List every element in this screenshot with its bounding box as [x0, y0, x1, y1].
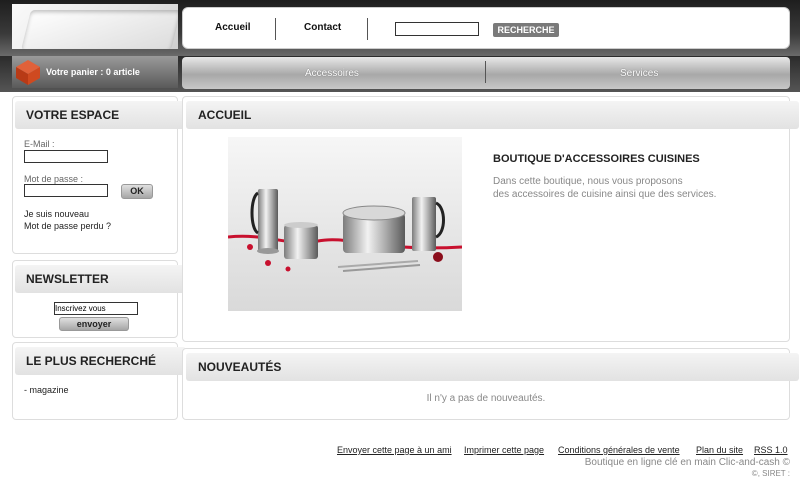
logo[interactable] — [12, 4, 178, 49]
newsletter-submit-button[interactable]: envoyer — [59, 317, 129, 331]
news-title: NOUVEAUTÉS — [186, 353, 799, 381]
home-title: ACCUEIL — [186, 101, 799, 129]
password-field[interactable] — [24, 184, 108, 197]
email-label: E-Mail : — [24, 139, 55, 149]
top-navigation: Accueil Contact RECHERCHE — [182, 7, 790, 49]
footer-rss-link[interactable]: RSS 1.0 — [754, 445, 788, 455]
nav-contact-link[interactable]: Contact — [304, 22, 341, 33]
login-ok-button[interactable]: OK — [121, 184, 153, 199]
news-panel: NOUVEAUTÉS Il n'y a pas de nouveautés. — [182, 348, 799, 420]
password-label: Mot de passe : — [24, 174, 84, 184]
footer-credit: Boutique en ligne clé en main Clic-and-c… — [584, 457, 790, 468]
category-menu: Accessoires Services — [182, 57, 790, 89]
cart-label: Votre panier : 0 article — [46, 67, 140, 77]
cart-box-icon — [16, 60, 40, 85]
footer-sitemap-link[interactable]: Plan du site — [696, 445, 743, 455]
logo-plate-image — [21, 10, 178, 49]
footer-terms-link[interactable]: Conditions générales de vente — [558, 445, 680, 455]
account-title: VOTRE ESPACE — [15, 101, 186, 129]
search-button[interactable]: RECHERCHE — [493, 23, 559, 37]
home-text-line2: des accessoires de cuisine ainsi que des… — [493, 189, 717, 200]
nav-separator — [275, 18, 276, 40]
footer-print-link[interactable]: Imprimer cette page — [464, 445, 544, 455]
popular-title: LE PLUS RECHERCHÉ — [15, 347, 186, 375]
news-empty-text: Il n'y a pas de nouveautés. — [426, 393, 546, 404]
menu-item-services[interactable]: Services — [620, 68, 658, 79]
email-field[interactable] — [24, 150, 108, 163]
nav-separator — [367, 18, 368, 40]
home-panel: ACCUEIL BOUTIQUE D'ACCESSOIRES CUISINES … — [182, 96, 799, 342]
newsletter-email-input[interactable] — [54, 302, 138, 315]
search-input[interactable] — [395, 22, 479, 36]
kitchen-accessories-image — [228, 137, 462, 311]
footer-siret: ©, SIRET : — [751, 469, 790, 478]
new-user-link[interactable]: Je suis nouveau — [24, 209, 89, 219]
home-heading: BOUTIQUE D'ACCESSOIRES CUISINES — [493, 153, 700, 165]
menu-item-accessoires[interactable]: Accessoires — [305, 68, 359, 79]
lost-password-link[interactable]: Mot de passe perdu ? — [24, 221, 111, 231]
home-text-line1: Dans cette boutique, nous vous proposons — [493, 176, 683, 187]
menu-separator — [485, 61, 486, 83]
cart-bar[interactable]: Votre panier : 0 article — [12, 56, 178, 88]
popular-box: LE PLUS RECHERCHÉ - magazine — [12, 342, 186, 420]
footer-send-to-friend-link[interactable]: Envoyer cette page à un ami — [337, 445, 452, 455]
nav-accueil-link[interactable]: Accueil — [215, 22, 251, 33]
newsletter-title: NEWSLETTER — [15, 265, 186, 293]
popular-item[interactable]: - magazine — [24, 385, 69, 395]
newsletter-box: NEWSLETTER envoyer — [12, 260, 186, 338]
account-box: VOTRE ESPACE E-Mail : Mot de passe : OK … — [12, 96, 186, 254]
